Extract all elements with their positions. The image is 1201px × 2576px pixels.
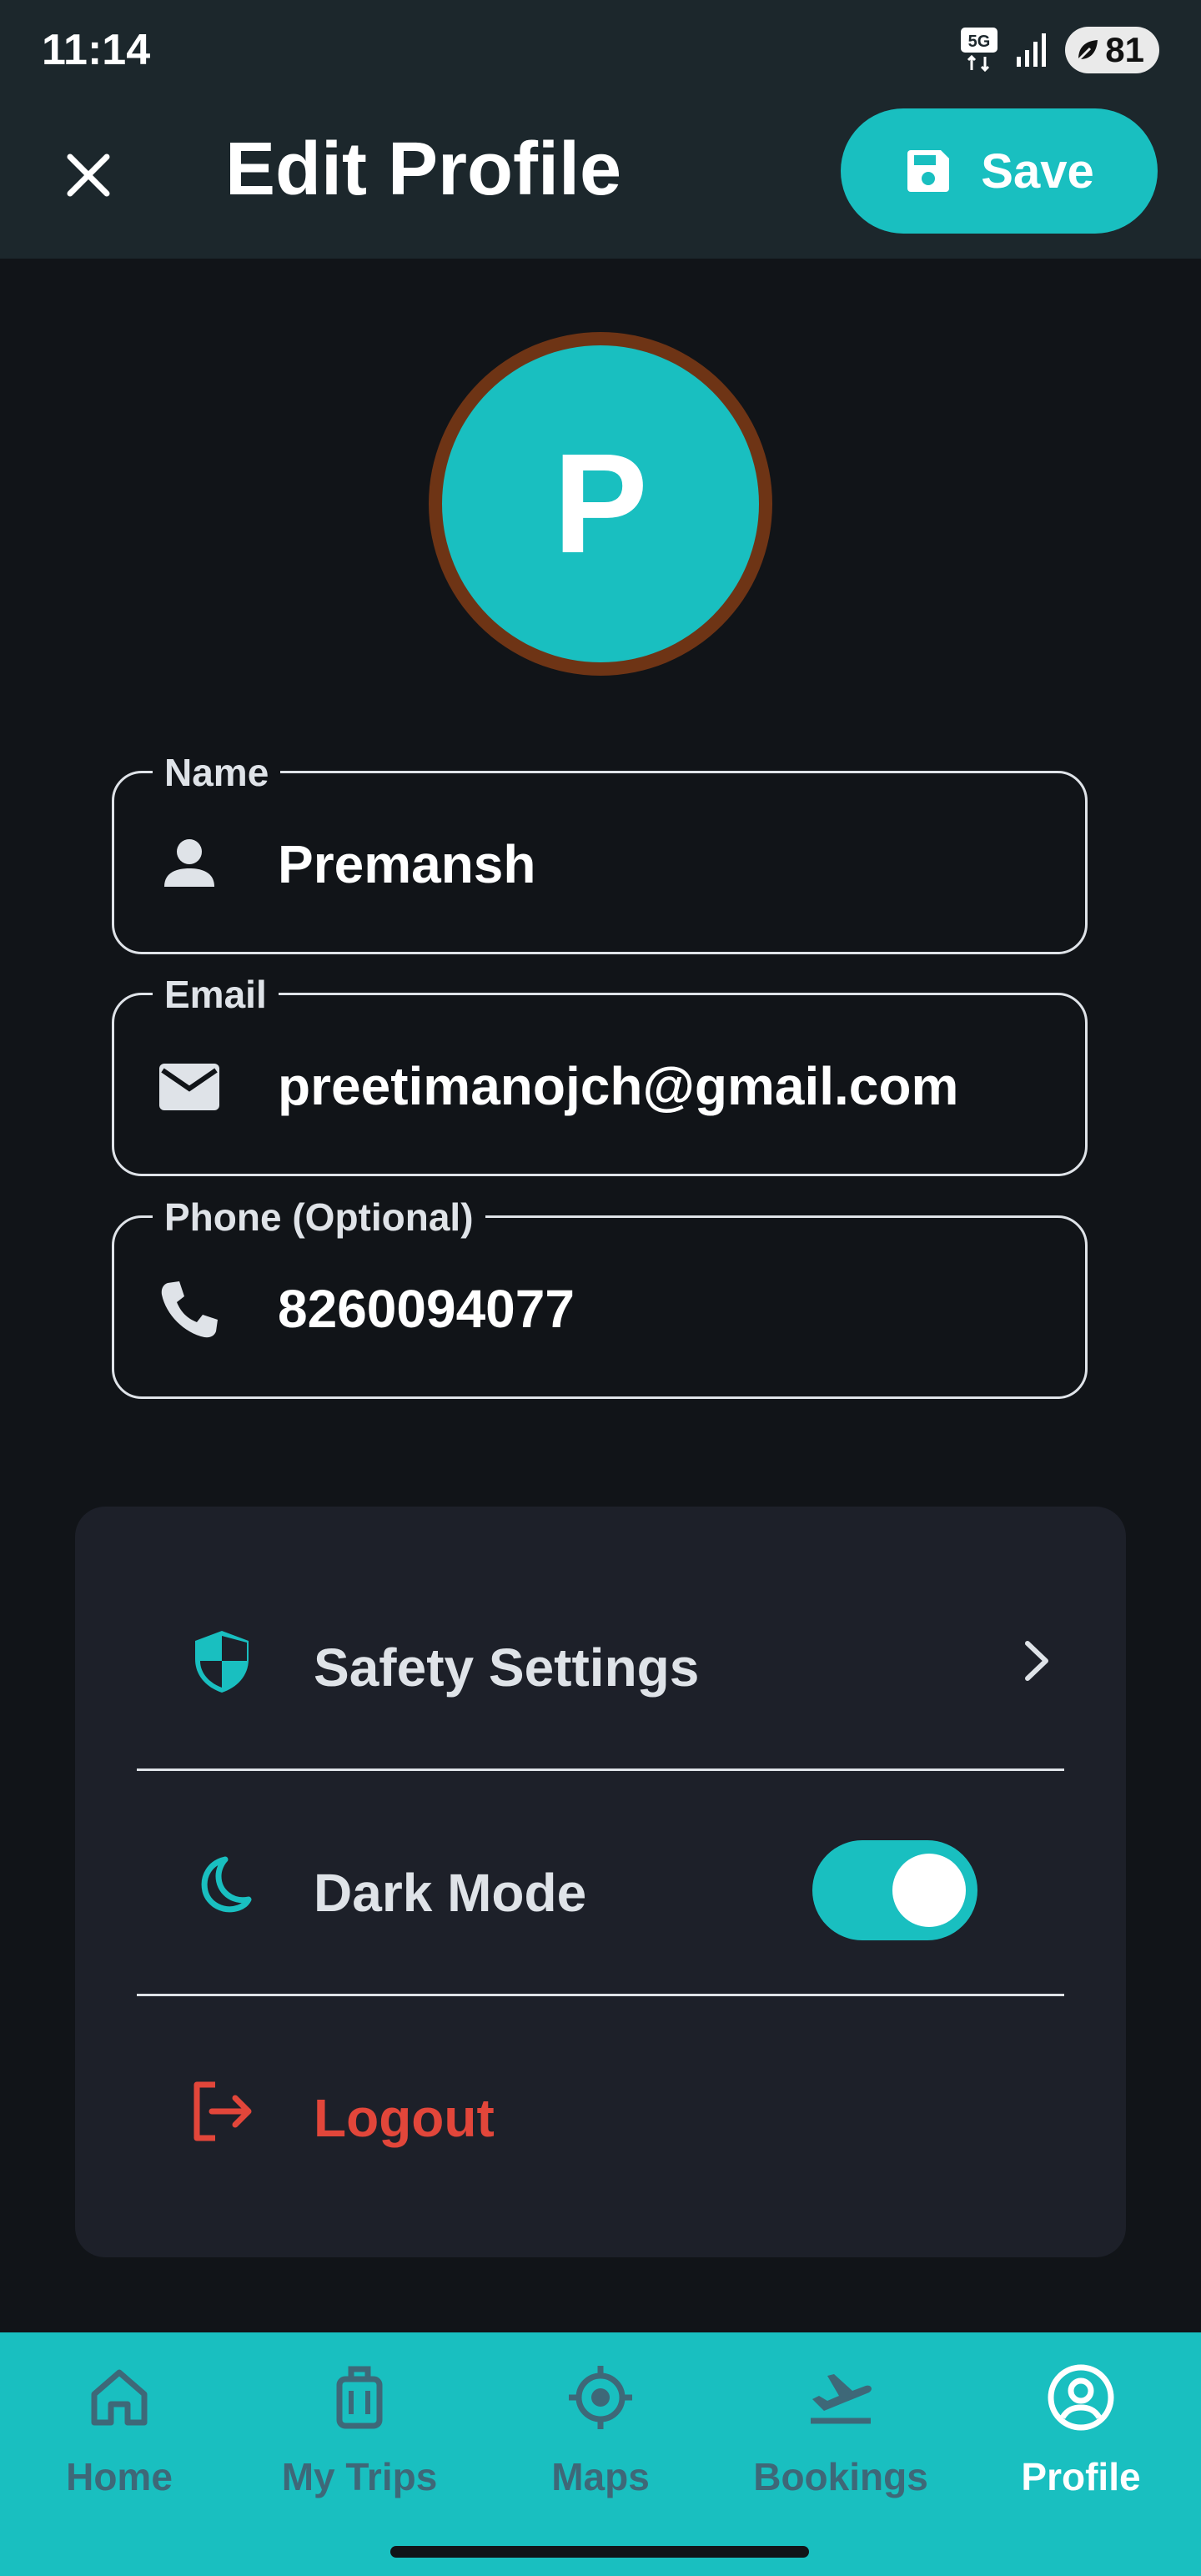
shield-icon: [195, 1631, 249, 1693]
flight-takeoff-icon: [811, 2374, 872, 2424]
safety-settings-row[interactable]: Safety Settings: [75, 1590, 1126, 1732]
phone-icon: [161, 1281, 218, 1338]
chevron-right-icon: [1025, 1641, 1048, 1681]
mail-icon: [159, 1064, 219, 1110]
nav-item-maps[interactable]: Maps: [484, 2362, 717, 2529]
email-field[interactable]: Email preetimanojch@gmail.com: [112, 972, 1088, 1176]
status-time: 11:14: [42, 26, 151, 74]
nav-label-profile: Profile: [1021, 2455, 1141, 2498]
toggle-knob: [892, 1854, 966, 1927]
app-bar: Edit Profile Save: [0, 103, 1201, 259]
person-icon: [164, 839, 214, 887]
5g-network-icon: 5G: [961, 28, 998, 73]
phone-input[interactable]: 8260094077: [278, 1278, 575, 1340]
name-input[interactable]: Premansh: [278, 833, 535, 895]
dark-mode-toggle[interactable]: [812, 1840, 977, 1940]
dark-mode-row: Dark Mode: [75, 1815, 1126, 1957]
home-icon: [91, 2369, 148, 2426]
phone-field[interactable]: Phone (Optional) 8260094077: [112, 1195, 1088, 1399]
account-circle-icon: [1048, 2364, 1114, 2431]
battery-saver-leaf-icon: [1078, 40, 1098, 62]
page-title: Edit Profile: [225, 128, 622, 211]
name-field[interactable]: Name Premansh: [112, 750, 1088, 954]
location-target-icon: [569, 2366, 632, 2429]
floppy-disk-icon: [907, 150, 950, 192]
name-field-label: Name: [153, 750, 281, 795]
nav-label-maps: Maps: [551, 2455, 650, 2498]
logout-icon: [193, 2081, 252, 2141]
battery-indicator: 81: [1065, 27, 1159, 73]
avatar[interactable]: P: [429, 332, 772, 676]
avatar-initial: P: [553, 425, 648, 583]
signal-icon: [1017, 33, 1047, 67]
dark-mode-label: Dark Mode: [314, 1863, 587, 1923]
avatar-circle: P: [442, 345, 759, 662]
nav-label-home: Home: [66, 2455, 173, 2498]
home-indicator: [390, 2546, 809, 2558]
phone-field-label: Phone (Optional): [153, 1195, 485, 1240]
nav-label-bookings: Bookings: [753, 2455, 928, 2498]
email-field-label: Email: [153, 972, 279, 1017]
bottom-nav: Home My Trips Maps Bookings Profile: [0, 2332, 1201, 2576]
nav-item-home[interactable]: Home: [3, 2362, 236, 2529]
luggage-icon: [336, 2366, 383, 2429]
nav-item-my-trips[interactable]: My Trips: [243, 2362, 476, 2529]
nav-item-profile[interactable]: Profile: [964, 2362, 1198, 2529]
settings-card: Safety Settings Dark Mode Logout: [75, 1507, 1126, 2257]
close-icon: [67, 153, 110, 197]
battery-level: 81: [1105, 30, 1144, 69]
svg-text:5G: 5G: [968, 33, 991, 51]
close-button[interactable]: [53, 140, 123, 210]
divider: [137, 1994, 1064, 1996]
status-bar: 11:14 5G 81: [0, 0, 1201, 103]
email-input[interactable]: preetimanojch@gmail.com: [278, 1055, 958, 1117]
logout-label: Logout: [314, 2088, 495, 2148]
safety-settings-label: Safety Settings: [314, 1638, 700, 1698]
save-button[interactable]: Save: [841, 108, 1158, 234]
nav-label-my-trips: My Trips: [281, 2455, 438, 2498]
status-icons: 5G 81: [960, 27, 1159, 73]
divider: [137, 1768, 1064, 1771]
save-label: Save: [981, 143, 1094, 199]
nav-item-bookings[interactable]: Bookings: [724, 2362, 957, 2529]
moon-icon: [201, 1856, 252, 1913]
logout-row[interactable]: Logout: [75, 2040, 1126, 2182]
